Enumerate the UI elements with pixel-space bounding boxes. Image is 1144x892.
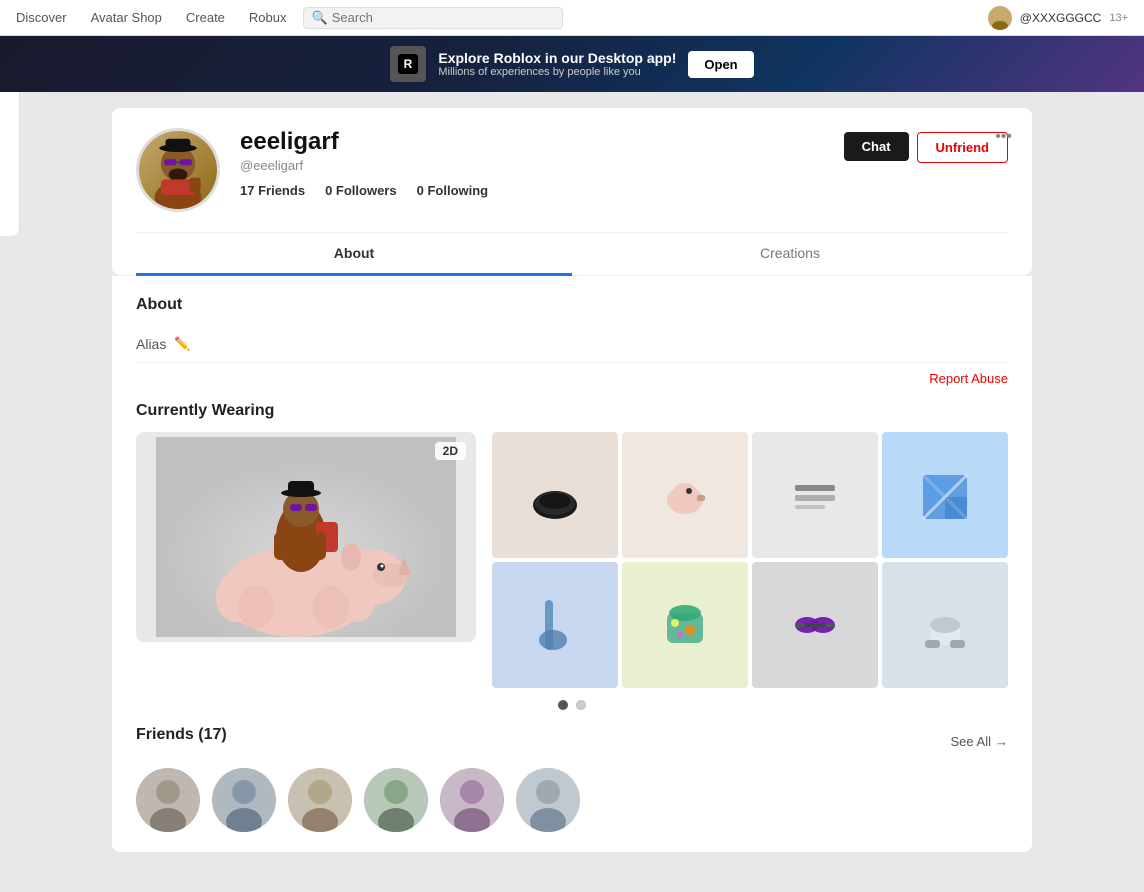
tab-about[interactable]: About xyxy=(136,233,572,276)
profile-info: eeeligarf @eeeligarf 17 Friends 0 Follow… xyxy=(240,128,824,198)
item-thumb-2[interactable] xyxy=(752,432,878,558)
avatar xyxy=(988,6,1012,30)
search-input[interactable] xyxy=(332,10,554,25)
friend-avatar-5 xyxy=(516,768,580,832)
tab-creations[interactable]: Creations xyxy=(572,233,1008,276)
chat-button[interactable]: Chat xyxy=(844,132,909,161)
friends-header: Friends (17) See All → xyxy=(136,726,1008,756)
friend-avatar-4 xyxy=(440,768,504,832)
pagination-dots xyxy=(136,700,1008,710)
profile-name: eeeligarf xyxy=(240,128,824,156)
nav-robux[interactable]: Robux xyxy=(249,10,287,25)
followers-count: 0 Followers xyxy=(325,183,397,198)
svg-text:R: R xyxy=(404,57,413,71)
2d-badge[interactable]: 2D xyxy=(435,442,466,460)
banner-subtitle: Millions of experiences by people like y… xyxy=(438,66,676,78)
following-count: 0 Following xyxy=(417,183,489,198)
banner-text: Explore Roblox in our Desktop app! Milli… xyxy=(438,50,676,78)
banner-title: Explore Roblox in our Desktop app! xyxy=(438,50,676,66)
friend-item-1[interactable] xyxy=(212,768,276,832)
profile-header: eeeligarf @eeeligarf 17 Friends 0 Follow… xyxy=(136,128,1008,228)
item-thumb-5[interactable] xyxy=(622,562,748,688)
friend-avatar-2 xyxy=(288,768,352,832)
friends-section: Friends (17) See All → xyxy=(136,726,1008,832)
nav-right: @XXXGGGCC 13+ xyxy=(988,6,1128,30)
content-section: About Alias ✏️ Report Abuse Currently We… xyxy=(112,275,1032,852)
item-thumb-6[interactable] xyxy=(752,562,878,688)
see-all-link[interactable]: See All → xyxy=(951,734,1008,749)
item-thumb-0[interactable] xyxy=(492,432,618,558)
wearing-content: 2D xyxy=(136,432,1008,688)
about-section-title: About xyxy=(136,296,1008,314)
banner-icon: R xyxy=(390,46,426,82)
report-row: Report Abuse xyxy=(136,363,1008,394)
friend-avatar-1 xyxy=(212,768,276,832)
currently-wearing-title: Currently Wearing xyxy=(136,402,1008,420)
friend-item-0[interactable] xyxy=(136,768,200,832)
main-container: ••• xyxy=(112,92,1032,892)
friends-row xyxy=(136,768,1008,832)
alias-row: Alias ✏️ xyxy=(136,326,1008,363)
item-thumb-7[interactable] xyxy=(882,562,1008,688)
friend-item-3[interactable] xyxy=(364,768,428,832)
alias-label: Alias xyxy=(136,336,166,352)
friend-avatar-3 xyxy=(364,768,428,832)
desktop-app-banner: R Explore Roblox in our Desktop app! Mil… xyxy=(0,36,1144,92)
more-options-button[interactable]: ••• xyxy=(991,124,1016,150)
search-bar[interactable]: 🔍 xyxy=(303,7,563,29)
navigation-bar: Discover Avatar Shop Create Robux 🔍 @XXX… xyxy=(0,0,1144,36)
nav-username: @XXXGGGCC xyxy=(1020,11,1102,25)
nav-discover[interactable]: Discover xyxy=(16,10,67,25)
edit-alias-icon[interactable]: ✏️ xyxy=(174,336,190,352)
search-icon: 🔍 xyxy=(312,10,328,26)
profile-handle: @eeeligarf xyxy=(240,158,824,173)
profile-actions: Chat Unfriend xyxy=(844,132,1008,163)
profile-card: ••• xyxy=(112,108,1032,275)
friend-item-5[interactable] xyxy=(516,768,580,832)
report-abuse-link[interactable]: Report Abuse xyxy=(929,371,1008,386)
profile-tabs: About Creations xyxy=(136,232,1008,275)
avatar-3d-preview: 2D xyxy=(136,432,476,642)
item-thumb-3[interactable] xyxy=(882,432,1008,558)
friends-count: 17 Friends xyxy=(240,183,305,198)
dot-1[interactable] xyxy=(576,700,586,710)
item-thumb-1[interactable] xyxy=(622,432,748,558)
items-grid xyxy=(492,432,1008,688)
nav-create[interactable]: Create xyxy=(186,10,225,25)
friends-section-title: Friends (17) xyxy=(136,726,227,744)
friend-item-2[interactable] xyxy=(288,768,352,832)
nav-avatar-shop[interactable]: Avatar Shop xyxy=(91,10,162,25)
friend-avatar-0 xyxy=(136,768,200,832)
currently-wearing-section: Currently Wearing 2D xyxy=(136,402,1008,710)
banner-open-button[interactable]: Open xyxy=(688,51,753,78)
friend-item-4[interactable] xyxy=(440,768,504,832)
item-thumb-4[interactable] xyxy=(492,562,618,688)
nav-links: Discover Avatar Shop Create Robux xyxy=(16,10,287,25)
nav-age-rating: 13+ xyxy=(1109,12,1128,24)
profile-stats: 17 Friends 0 Followers 0 Following xyxy=(240,183,824,198)
dot-0[interactable] xyxy=(558,700,568,710)
profile-avatar xyxy=(136,128,220,212)
